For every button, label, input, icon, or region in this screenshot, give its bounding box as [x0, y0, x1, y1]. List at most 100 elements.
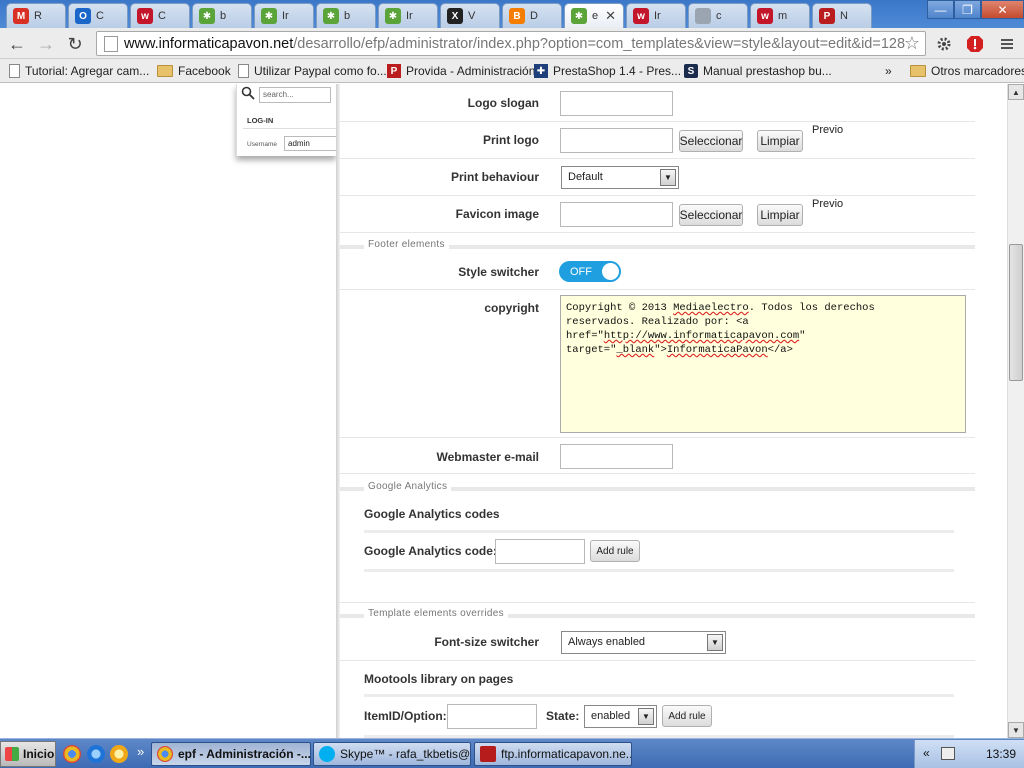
- start-button[interactable]: Inicio: [0, 741, 56, 767]
- chrome-icon: [157, 746, 173, 762]
- address-bar[interactable]: www.informaticapavon.net/desarrollo/efp/…: [96, 31, 926, 56]
- extension-gear-icon[interactable]: [933, 33, 955, 55]
- folder-icon: [910, 65, 926, 77]
- url-host: www.informaticapavon.net: [124, 35, 294, 52]
- favicon-clear-button[interactable]: Limpiar: [757, 204, 803, 226]
- tab-label: e: [592, 10, 599, 22]
- tab-close-icon[interactable]: ✕: [605, 8, 616, 24]
- bookmark-facebook[interactable]: Facebook: [157, 62, 231, 80]
- bookmark-star-icon[interactable]: ☆: [904, 33, 920, 54]
- itemid-input[interactable]: [447, 704, 537, 729]
- volume-icon[interactable]: [941, 747, 955, 760]
- taskbar-chrome-window[interactable]: epf - Administración -...: [151, 742, 311, 766]
- favicon-select-button[interactable]: Seleccionar: [679, 204, 743, 226]
- browser-tab[interactable]: OC: [68, 3, 128, 28]
- tab-label: m: [778, 10, 788, 22]
- ga-add-rule-button[interactable]: Add rule: [590, 540, 640, 562]
- tab-label: b: [344, 10, 351, 22]
- style-switcher-toggle[interactable]: OFF: [559, 261, 621, 282]
- page-icon: [695, 8, 711, 24]
- scroll-down-arrow-icon[interactable]: ▼: [1008, 722, 1024, 738]
- ga-code-input[interactable]: [495, 539, 585, 564]
- mootools-add-rule-button[interactable]: Add rule: [662, 705, 712, 727]
- taskbar-filezilla-window[interactable]: ftp.informaticapavon.ne...: [474, 742, 632, 766]
- template-preview-thumbnail: search... LOG-IN Username admin: [236, 84, 337, 156]
- browser-tab[interactable]: ✱ Ir: [254, 3, 314, 28]
- quicklaunch-overflow-button[interactable]: »: [137, 744, 144, 759]
- favicon-input[interactable]: [560, 202, 673, 227]
- reload-button[interactable]: ↻: [63, 32, 87, 56]
- page-icon: [9, 64, 20, 78]
- ga-row-border: [340, 602, 975, 603]
- bookmark-prestashop[interactable]: ✚ PrestaShop 1.4 - Pres...: [534, 62, 681, 80]
- quicklaunch-ie-icon[interactable]: [87, 745, 105, 763]
- ga-code-label: Google Analytics code:: [364, 544, 497, 558]
- print-behaviour-select[interactable]: Default ▼: [561, 166, 679, 189]
- window-close-button[interactable]: ✕: [981, 0, 1024, 19]
- template-params-form: Logo slogan Print logo Seleccionar Limpi…: [340, 84, 975, 738]
- row-style-switcher: Style switcher OFF: [340, 255, 975, 290]
- browser-tab[interactable]: ✱ e ✕: [564, 3, 624, 28]
- scroll-up-arrow-icon[interactable]: ▲: [1008, 84, 1024, 100]
- state-select[interactable]: enabled ▼: [584, 705, 657, 728]
- bookmarks-overflow-button[interactable]: »: [885, 62, 892, 80]
- provida-icon: P: [819, 8, 835, 24]
- prestashop-icon: ✚: [534, 64, 548, 78]
- row-favicon: Favicon image Seleccionar Limpiar Previo: [340, 196, 975, 233]
- minimize-button[interactable]: —: [927, 0, 954, 19]
- taskbar-skype-window[interactable]: Skype™ - rafa_tkbetis@...: [313, 742, 471, 766]
- print-logo-input[interactable]: [560, 128, 673, 153]
- wrench-menu-icon[interactable]: [996, 33, 1018, 55]
- windows-taskbar: Inicio » epf - Administración -... Skype…: [0, 738, 1024, 768]
- browser-tab[interactable]: BD: [502, 3, 562, 28]
- favicon-preview-label: Previo: [812, 198, 844, 210]
- joomla-icon: ✱: [385, 8, 401, 24]
- bookmark-manual-prestashop[interactable]: S Manual prestashop bu...: [684, 62, 832, 80]
- webmaster-email-input[interactable]: [560, 444, 673, 469]
- browser-tab[interactable]: wC: [130, 3, 190, 28]
- bookmark-paypal[interactable]: Utilizar Paypal como fo...: [238, 62, 387, 80]
- scroll-thumb[interactable]: [1009, 244, 1023, 381]
- print-logo-clear-button[interactable]: Limpiar: [757, 130, 803, 152]
- tab-label: D: [530, 10, 538, 22]
- filezilla-icon: [480, 746, 496, 762]
- google-analytics-section-header: Google Analytics: [340, 481, 975, 495]
- style-switcher-label: Style switcher: [458, 265, 539, 279]
- print-logo-select-button[interactable]: Seleccionar: [679, 130, 743, 152]
- browser-tab[interactable]: MR: [6, 3, 66, 28]
- tab-label: Ir: [282, 10, 289, 22]
- forward-button[interactable]: →: [34, 32, 58, 56]
- browser-tab[interactable]: w Ir: [626, 3, 686, 28]
- font-size-switcher-select[interactable]: Always enabled ▼: [561, 631, 726, 654]
- tab-label: C: [158, 10, 166, 22]
- browser-tab[interactable]: ✱ b: [316, 3, 376, 28]
- quicklaunch-chrome-icon[interactable]: [63, 745, 81, 763]
- bookmark-provida[interactable]: P Provida - Administración: [387, 62, 535, 80]
- bookmark-tutorial[interactable]: Tutorial: Agregar cam...: [9, 62, 149, 80]
- tab-label: c: [716, 10, 722, 22]
- browser-tab[interactable]: c: [688, 3, 748, 28]
- browser-tab[interactable]: wm: [750, 3, 810, 28]
- quicklaunch-messenger-icon[interactable]: [110, 745, 128, 763]
- clock[interactable]: 13:39: [986, 747, 1016, 761]
- restore-button[interactable]: ❐: [954, 0, 981, 19]
- mootools-divider: [364, 694, 954, 697]
- blogger-icon: B: [509, 8, 525, 24]
- font-size-switcher-label: Font-size switcher: [434, 635, 539, 649]
- browser-tab[interactable]: XV: [440, 3, 500, 28]
- browser-tab[interactable]: PN: [812, 3, 872, 28]
- chevron-down-icon: ▼: [707, 634, 723, 651]
- row-print-logo: Print logo Seleccionar Limpiar Previo: [340, 122, 975, 159]
- url-text: www.informaticapavon.net/desarrollo/efp/…: [124, 36, 905, 52]
- logo-slogan-input[interactable]: [560, 91, 673, 116]
- vertical-scrollbar[interactable]: ▲ ▼: [1007, 84, 1024, 738]
- preview-login-title: LOG-IN: [247, 116, 274, 125]
- joomla-icon: ✱: [261, 8, 277, 24]
- back-button[interactable]: ←: [5, 32, 29, 56]
- tray-expand-button[interactable]: «: [923, 746, 930, 760]
- browser-tab[interactable]: ✱ Ir: [378, 3, 438, 28]
- copyright-textarea[interactable]: Copyright © 2013 Mediaelectro. Todos los…: [560, 295, 966, 433]
- other-bookmarks[interactable]: Otros marcadores: [910, 62, 1024, 80]
- adblock-icon[interactable]: [964, 33, 986, 55]
- browser-tab[interactable]: ✱ b: [192, 3, 252, 28]
